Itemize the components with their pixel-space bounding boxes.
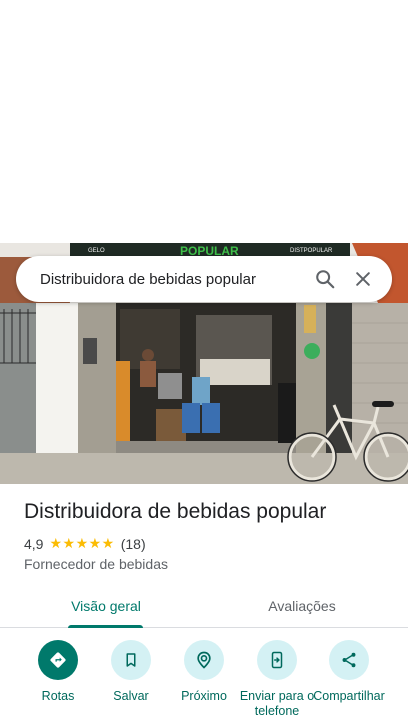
sign-text-right: DISTPOPULAR xyxy=(290,248,333,254)
nearby-icon xyxy=(184,640,224,680)
directions-label: Rotas xyxy=(41,689,75,703)
tab-bar: Visão geral Avaliações xyxy=(0,584,408,628)
review-count[interactable]: (18) xyxy=(121,536,146,552)
nearby-label: Próximo xyxy=(181,689,227,703)
search-icon[interactable] xyxy=(308,262,342,296)
tab-overview[interactable]: Visão geral xyxy=(44,584,168,628)
save-button[interactable]: Salvar xyxy=(93,640,169,704)
share-button[interactable]: Compartilhar xyxy=(311,640,387,704)
send-to-phone-icon xyxy=(257,640,297,680)
place-title: Distribuidora de bebidas popular xyxy=(24,500,327,523)
active-tab-indicator xyxy=(68,625,143,628)
star-rating-icon: ★★★★★ xyxy=(49,536,115,552)
send-to-phone-label: Enviar para o telefone xyxy=(239,689,315,718)
place-category[interactable]: Fornecedor de bebidas xyxy=(24,556,168,572)
bookmark-icon xyxy=(111,640,151,680)
action-bar: Rotas Salvar Próximo Enviar para o telef… xyxy=(0,640,408,726)
send-to-phone-button[interactable]: Enviar para o telefone xyxy=(239,640,315,719)
nearby-button[interactable]: Próximo xyxy=(166,640,242,704)
close-icon[interactable] xyxy=(346,262,380,296)
search-input[interactable]: Distribuidora de bebidas popular xyxy=(40,271,304,288)
tab-reviews[interactable]: Avaliações xyxy=(240,584,364,628)
share-label: Compartilhar xyxy=(313,689,385,703)
directions-icon xyxy=(38,640,78,680)
save-label: Salvar xyxy=(113,689,149,703)
rating-value: 4,9 xyxy=(24,536,44,552)
share-icon xyxy=(329,640,369,680)
rating-row[interactable]: 4,9 ★★★★★ (18) xyxy=(24,536,146,552)
search-bar[interactable]: Distribuidora de bebidas popular xyxy=(16,256,392,302)
directions-button[interactable]: Rotas xyxy=(20,640,96,704)
sign-text-left: GELO xyxy=(88,248,105,254)
